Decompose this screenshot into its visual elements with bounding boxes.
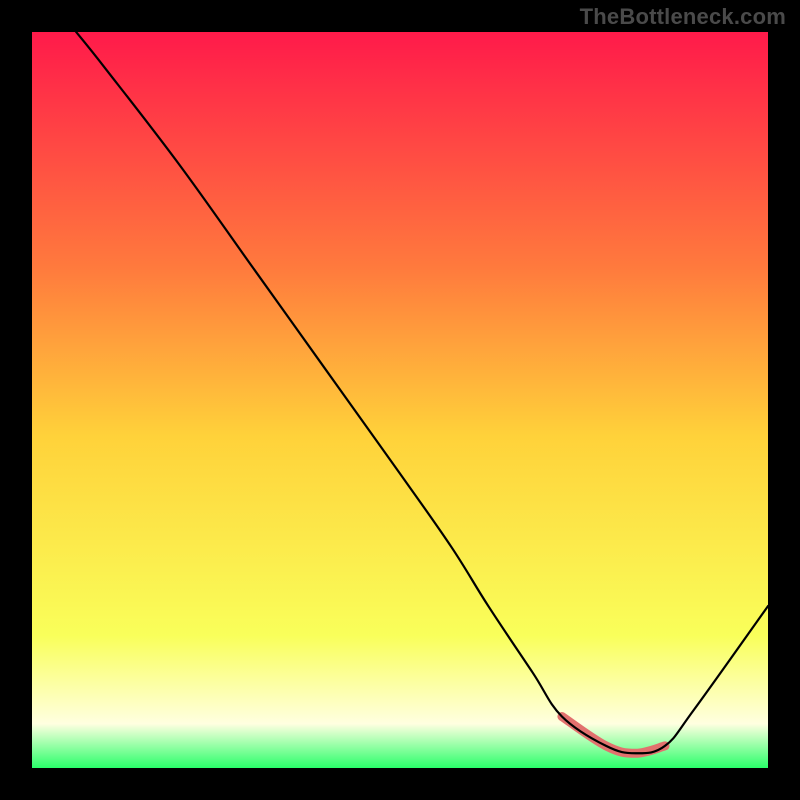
- watermark-text: TheBottleneck.com: [580, 4, 786, 30]
- bottleneck-chart: [32, 32, 768, 768]
- plot-background: [32, 32, 768, 768]
- chart-container: TheBottleneck.com: [0, 0, 800, 800]
